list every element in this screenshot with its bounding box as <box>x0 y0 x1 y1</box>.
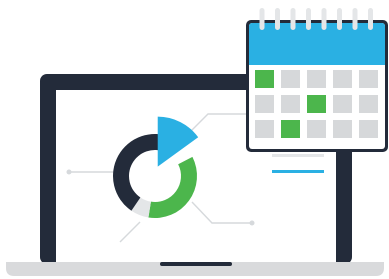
calendar-cell-highlighted <box>307 95 326 113</box>
calendar-cell <box>307 70 326 88</box>
calendar-ring <box>306 8 311 30</box>
calendar-ring <box>275 8 280 30</box>
calendar-cell-highlighted <box>281 120 300 138</box>
screen-bar-light <box>272 154 324 157</box>
calendar <box>246 8 388 152</box>
illustration <box>6 8 388 276</box>
calendar-header-fill <box>249 50 385 65</box>
calendar-cell <box>333 70 352 88</box>
calendar-cell <box>359 120 378 138</box>
calendar-cell <box>281 70 300 88</box>
connector-left-dot <box>66 169 72 175</box>
calendar-cell <box>359 95 378 113</box>
calendar-cell <box>281 95 300 113</box>
connector-bottom-right-dot <box>249 220 255 226</box>
calendar-ring <box>352 8 358 30</box>
calendar-cell <box>333 95 352 113</box>
calendar-ring <box>321 8 327 30</box>
calendar-cell <box>307 120 326 138</box>
calendar-cell-highlighted <box>255 70 274 88</box>
calendar-cell <box>359 70 378 88</box>
calendar-ring <box>259 8 265 30</box>
calendar-ring <box>290 8 296 30</box>
calendar-cell <box>255 120 274 138</box>
calendar-cell <box>255 95 274 113</box>
screen-bar-blue <box>272 170 324 173</box>
calendar-cell <box>333 120 352 138</box>
calendar-ring <box>368 8 373 30</box>
laptop-base-notch <box>160 262 232 266</box>
calendar-ring <box>337 8 342 30</box>
calendar-grid <box>255 70 378 138</box>
